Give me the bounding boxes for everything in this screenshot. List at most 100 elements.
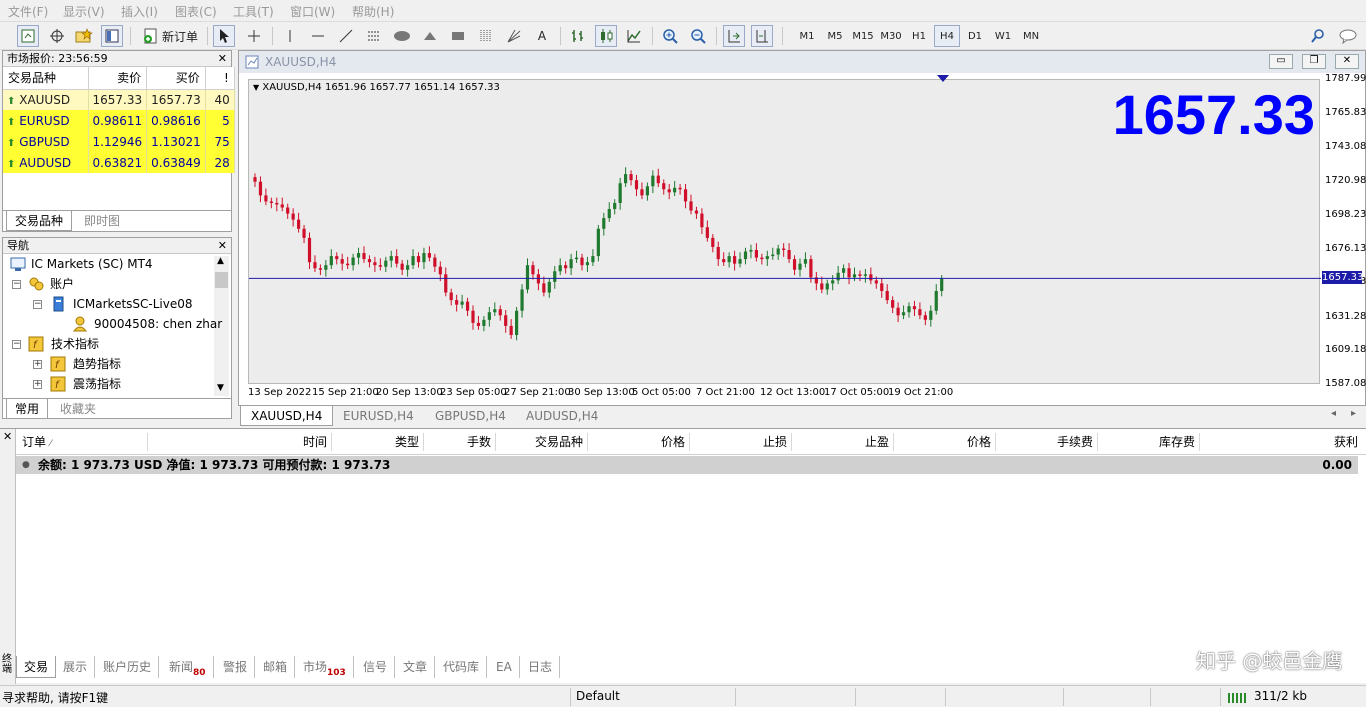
chat-icon[interactable]: [1337, 25, 1359, 47]
favorites-folder-icon[interactable]: [73, 25, 95, 47]
balance-row[interactable]: ● 余额: 1 973.73 USD 净值: 1 973.73 可用预付款: 1…: [16, 456, 1358, 474]
terminal-tab[interactable]: 警报: [216, 656, 256, 678]
col-spread[interactable]: !: [205, 67, 235, 90]
expand-icon[interactable]: +: [33, 380, 42, 389]
line-chart-icon[interactable]: [623, 25, 645, 47]
col-symbol[interactable]: 交易品种: [3, 67, 89, 90]
new-chart-icon[interactable]: [17, 25, 39, 47]
chart-tab-gbpusd[interactable]: GBPUSD,H4: [425, 406, 516, 426]
table-row[interactable]: ⬆ XAUUSD 1657.33 1657.73 40: [3, 89, 235, 110]
collapse-icon[interactable]: −: [12, 280, 21, 289]
menu-file[interactable]: 文件(F): [8, 3, 48, 20]
col-ask[interactable]: 买价: [146, 67, 206, 90]
fibonacci-icon[interactable]: [475, 25, 497, 47]
col-order[interactable]: 订单 ⁄: [16, 433, 148, 451]
timeframe-m1[interactable]: M1: [794, 25, 820, 47]
timeframe-d1[interactable]: D1: [962, 25, 988, 47]
chart-shift-icon[interactable]: [751, 25, 773, 47]
collapse-icon[interactable]: −: [33, 300, 42, 309]
scroll-up-icon[interactable]: ▲: [217, 256, 224, 266]
menu-tools[interactable]: 工具(T): [233, 3, 274, 20]
terminal-tab[interactable]: 日志: [521, 656, 561, 678]
bar-chart-icon[interactable]: [567, 25, 589, 47]
terminal-tab[interactable]: 代码库: [436, 656, 488, 678]
navigator-window-icon[interactable]: [101, 25, 123, 47]
autoscroll-icon[interactable]: [723, 25, 745, 47]
terminal-tab[interactable]: 信号: [356, 656, 396, 678]
status-profile[interactable]: Default: [576, 689, 620, 703]
timeframe-m15[interactable]: M15: [850, 25, 876, 47]
tab-common[interactable]: 常用: [6, 399, 49, 419]
collapse-icon[interactable]: −: [12, 340, 21, 349]
col-type[interactable]: 类型: [332, 433, 424, 451]
triangle-icon[interactable]: [419, 25, 441, 47]
gann-fan-icon[interactable]: [503, 25, 525, 47]
table-row[interactable]: ⬆ EURUSD 0.98611 0.98616 5: [3, 110, 235, 131]
menu-insert[interactable]: 插入(I): [121, 3, 158, 20]
col-current-price[interactable]: 价格: [894, 433, 996, 451]
terminal-tab[interactable]: 文章: [396, 656, 436, 678]
text-tool-icon[interactable]: A: [531, 25, 553, 47]
tab-scroll-right-icon[interactable]: ▸: [1351, 408, 1356, 419]
channel-icon[interactable]: [363, 25, 385, 47]
chart-shift-marker-icon[interactable]: [937, 75, 949, 83]
menu-charts[interactable]: 图表(C): [175, 3, 217, 20]
tab-favorites[interactable]: 收藏夹: [52, 399, 104, 419]
chart-tab-eurusd[interactable]: EURUSD,H4: [333, 406, 424, 426]
terminal-tab[interactable]: 邮箱: [256, 656, 296, 678]
crosshair-move-icon[interactable]: [46, 25, 68, 47]
tab-tick-chart[interactable]: 即时图: [76, 211, 128, 231]
horizontal-line-icon[interactable]: [307, 25, 329, 47]
timeframe-w1[interactable]: W1: [990, 25, 1016, 47]
chart-menu-icon[interactable]: ▼: [253, 83, 259, 92]
vertical-line-icon[interactable]: [279, 25, 301, 47]
terminal-tab[interactable]: 市场103: [296, 656, 354, 678]
col-price[interactable]: 价格: [588, 433, 690, 451]
table-row[interactable]: ⬆ AUDUSD 0.63821 0.63849 28: [3, 152, 235, 173]
col-commission[interactable]: 手续费: [996, 433, 1098, 451]
col-stop-loss[interactable]: 止损: [690, 433, 792, 451]
chart-plot-area[interactable]: ▼ XAUUSD,H4 1651.96 1657.77 1651.14 1657…: [248, 79, 1321, 384]
chart-tab-audusd[interactable]: AUDUSD,H4: [516, 406, 608, 426]
close-button[interactable]: ✕: [1335, 54, 1359, 69]
minimize-button[interactable]: ▭: [1269, 54, 1293, 69]
tab-symbols[interactable]: 交易品种: [6, 211, 73, 231]
search-icon[interactable]: [1307, 25, 1329, 47]
col-take-profit[interactable]: 止盈: [792, 433, 894, 451]
candlestick-icon[interactable]: [595, 25, 617, 47]
menu-help[interactable]: 帮助(H): [352, 3, 394, 20]
menu-view[interactable]: 显示(V): [63, 3, 105, 20]
crosshair-icon[interactable]: [243, 25, 265, 47]
terminal-tab[interactable]: 账户历史: [96, 656, 160, 678]
trendline-icon[interactable]: [335, 25, 357, 47]
zoom-out-icon[interactable]: [687, 25, 709, 47]
new-order-button[interactable]: 新订单: [138, 25, 202, 47]
timeframe-h4[interactable]: H4: [934, 25, 960, 47]
close-icon[interactable]: ✕: [218, 51, 227, 67]
timeframe-h1[interactable]: H1: [906, 25, 932, 47]
col-profit[interactable]: 获利: [1200, 433, 1362, 451]
connection-bars-icon[interactable]: [1228, 691, 1250, 703]
chart-tab-xauusd[interactable]: XAUUSD,H4: [240, 406, 334, 426]
tab-scroll-left-icon[interactable]: ◂: [1331, 408, 1336, 419]
expand-icon[interactable]: +: [33, 360, 42, 369]
rectangle-icon[interactable]: [447, 25, 469, 47]
col-lots[interactable]: 手数: [424, 433, 496, 451]
cursor-icon[interactable]: [213, 25, 235, 47]
col-time[interactable]: 时间: [148, 433, 332, 451]
close-icon[interactable]: ✕: [218, 238, 227, 254]
timeframe-m5[interactable]: M5: [822, 25, 848, 47]
terminal-tab[interactable]: 交易: [16, 656, 57, 678]
ellipse-icon[interactable]: [391, 25, 413, 47]
close-icon[interactable]: ✕: [3, 430, 12, 443]
terminal-tab[interactable]: 展示: [56, 656, 96, 678]
timeframe-mn[interactable]: MN: [1018, 25, 1044, 47]
terminal-tab[interactable]: EA: [489, 656, 520, 678]
zoom-in-icon[interactable]: [659, 25, 681, 47]
menu-window[interactable]: 窗口(W): [290, 3, 335, 20]
timeframe-m30[interactable]: M30: [878, 25, 904, 47]
terminal-tab[interactable]: 新闻80: [162, 656, 214, 678]
col-symbol[interactable]: 交易品种: [496, 433, 588, 451]
restore-button[interactable]: ❐: [1302, 54, 1326, 69]
table-row[interactable]: ⬆ GBPUSD 1.12946 1.13021 75: [3, 131, 235, 152]
